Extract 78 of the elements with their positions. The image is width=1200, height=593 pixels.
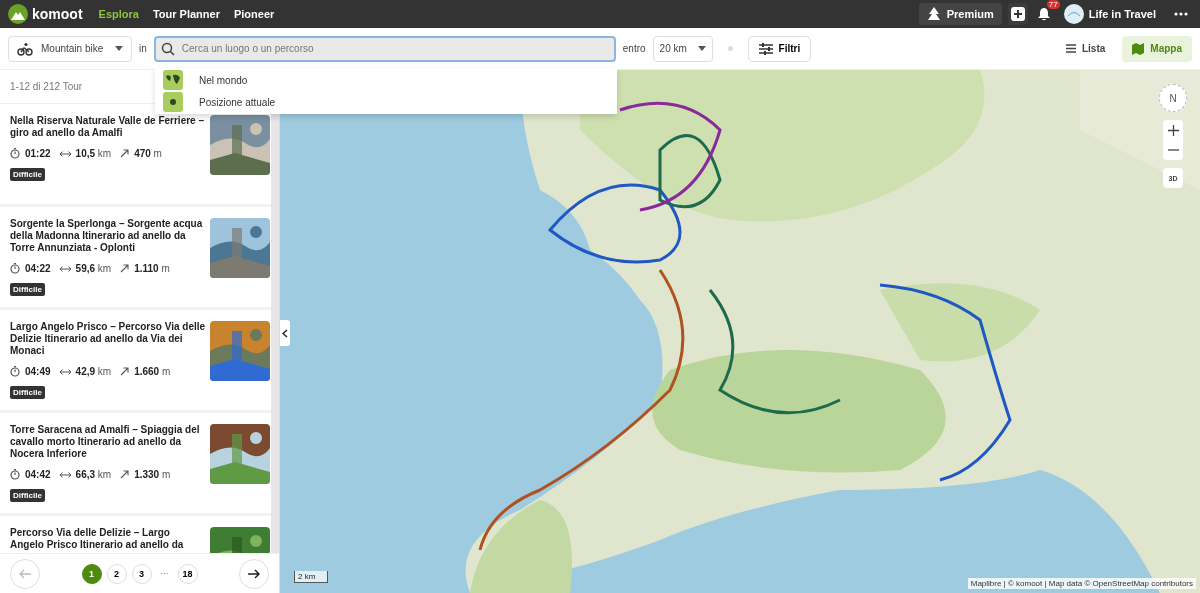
difficulty-badge: Difficile	[10, 283, 45, 296]
tour-distance: 10,5 km	[75, 148, 112, 159]
tour-distance: 42,9 km	[75, 366, 112, 377]
tour-distance: 59,6 km	[75, 263, 112, 274]
tour-duration: 04:42	[25, 469, 51, 480]
logo-icon	[8, 4, 28, 24]
notification-badge: 77	[1046, 0, 1060, 9]
tour-elevation: 1.660 m	[134, 366, 171, 377]
arrow-right-icon	[248, 568, 260, 579]
list-icon	[1066, 44, 1076, 53]
search-icon	[160, 41, 175, 56]
stopwatch-icon	[10, 148, 20, 159]
tree-icon	[926, 7, 941, 21]
tour-elevation: 1.330 m	[134, 469, 171, 480]
map-scale: 2 km	[294, 571, 328, 583]
stopwatch-icon	[10, 263, 20, 274]
page-button[interactable]: 18	[177, 563, 198, 584]
bell-icon	[1036, 7, 1051, 21]
collapse-panel-button[interactable]	[280, 320, 290, 346]
difficulty-badge: Difficile	[10, 168, 45, 181]
tour-distance: 66,3 km	[75, 469, 112, 480]
globe-map-icon	[163, 70, 183, 90]
user-name[interactable]: Life in Travel	[1088, 8, 1156, 20]
stopwatch-icon	[10, 469, 20, 480]
plus-icon	[1010, 7, 1025, 21]
more-icon	[1174, 12, 1188, 16]
in-label: in	[139, 43, 147, 54]
minus-icon	[1167, 149, 1179, 151]
tour-title[interactable]: Nella Riserva Naturale Valle de Ferriere – giro ad anello da Amalfi	[10, 115, 206, 139]
tour-title[interactable]: Sorgente la Sperlonga – Sorgente acqua della Madonna Itinerario ad anello da Torre Annunziata - Oplonti	[10, 218, 206, 254]
map-icon	[1132, 42, 1145, 55]
arrow-left-icon	[19, 568, 31, 579]
next-page-button[interactable]	[239, 558, 269, 589]
avatar-icon	[1063, 4, 1084, 24]
page-button[interactable]: 1	[81, 563, 102, 584]
tour-title[interactable]: Percorso Via delle Delizie – Largo Angelo Prisco Itinerario ad anello da	[10, 527, 206, 551]
caret-icon	[115, 46, 123, 51]
pagination-ellipsis: ···	[160, 569, 169, 578]
premium-button[interactable]: Premium	[918, 3, 1002, 25]
ascent-icon	[120, 264, 130, 273]
add-button[interactable]	[1007, 3, 1028, 25]
tour-duration: 01:22	[25, 148, 51, 159]
tour-duration: 04:49	[25, 366, 51, 377]
distance-select[interactable]: 20 km	[652, 35, 713, 62]
dot-icon	[727, 46, 733, 51]
nav-link[interactable]: Esplora	[98, 8, 139, 20]
nav-link[interactable]: Tour Planner	[152, 8, 220, 20]
difficulty-badge: Difficile	[10, 489, 45, 502]
chevron-left-icon	[282, 328, 288, 338]
search-field[interactable]: Cerca un luogo o un percorso	[153, 35, 616, 62]
bike-icon	[17, 41, 33, 56]
map-view-button[interactable]: Mappa	[1122, 35, 1192, 62]
ascent-icon	[120, 367, 130, 376]
distance-icon	[59, 150, 71, 157]
sport-select[interactable]: Mountain bike	[8, 35, 132, 62]
distance-icon	[59, 265, 71, 272]
difficulty-badge: Difficile	[10, 386, 45, 399]
caret-icon	[697, 46, 706, 51]
tour-title[interactable]: Torre Saracena ad Amalfi – Spiaggia del cavallo morto Itinerario ad anello da Nocera Inferiore	[10, 424, 206, 460]
tour-elevation: 470 m	[134, 148, 162, 159]
nav-link[interactable]: Pioneer	[233, 8, 275, 20]
tour-title[interactable]: Largo Angelo Prisco – Percorso Via delle Delizie Itinerario ad anello da Via dei Monaci	[10, 321, 206, 357]
page-button[interactable]: 2	[106, 563, 127, 584]
tour-elevation: 1.110 m	[134, 263, 170, 274]
logo-text[interactable]: komoot	[32, 6, 83, 22]
distance-icon	[59, 471, 71, 478]
ascent-icon	[120, 470, 130, 479]
ascent-icon	[120, 149, 130, 158]
stopwatch-icon	[10, 366, 20, 377]
distance-icon	[59, 368, 71, 375]
sliders-icon	[758, 42, 773, 55]
filter-button[interactable]: Filtri	[747, 35, 812, 62]
within-label: entro	[622, 43, 646, 54]
plus-icon	[1167, 124, 1179, 136]
list-view-button[interactable]: Lista	[1056, 35, 1116, 62]
page-button[interactable]: 3	[131, 563, 152, 584]
tour-duration: 04:22	[25, 263, 51, 274]
map-attribution: Maplibre | © komoot | Map data © OpenStreetMap contributors	[967, 578, 1196, 589]
